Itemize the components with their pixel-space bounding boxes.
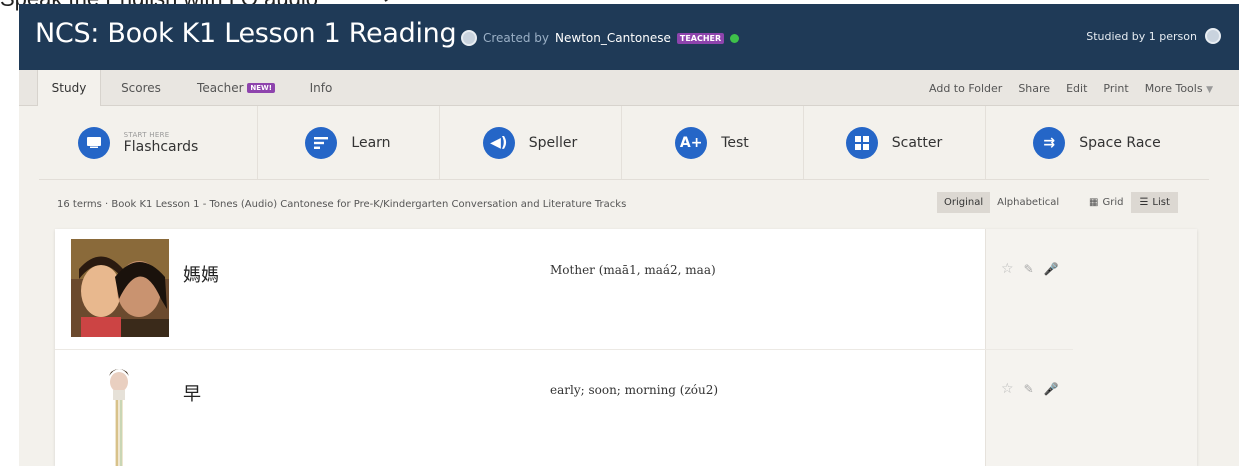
test-icon: A+	[675, 126, 708, 159]
studied-by-label[interactable]: Studied by 1 person	[1086, 30, 1197, 43]
grid-view-button[interactable]: ▦ Grid	[1081, 192, 1131, 213]
microphone-icon[interactable]: 🎤	[1044, 382, 1059, 396]
test-label: Test	[721, 134, 749, 151]
study-modes: START HERE Flashcards Learn ◀) Speller A…	[19, 106, 1239, 179]
term-row: 媽媽 Mother (maā1, maá2, maa) ☆ ✎ 🎤	[55, 229, 1197, 349]
grid-icon: ▦	[1089, 197, 1099, 208]
new-badge: NEW!	[247, 83, 275, 93]
set-nav: Study Scores Teacher NEW! Info Add to Fo…	[19, 70, 1239, 107]
chevron-down-icon: ▼	[1206, 84, 1213, 95]
sort-original-button[interactable]: Original	[937, 192, 991, 213]
mode-scatter[interactable]: Scatter	[803, 106, 985, 179]
term-actions: ☆ ✎ 🎤	[1001, 261, 1059, 277]
star-icon[interactable]: ☆	[1001, 381, 1014, 397]
flashcards-icon	[77, 126, 110, 159]
mode-speller[interactable]: ◀) Speller	[439, 106, 621, 179]
microphone-icon[interactable]: 🎤	[1044, 262, 1059, 276]
list-view-button[interactable]: ☰ List	[1131, 192, 1178, 213]
print-link[interactable]: Print	[1103, 82, 1128, 95]
share-link[interactable]: Share	[1018, 82, 1050, 95]
studied-by: Studied by 1 person	[1086, 28, 1221, 44]
creator-link[interactable]: Newton_Cantonese	[555, 31, 671, 45]
learn-label: Learn	[351, 134, 391, 151]
creator-avatar[interactable]	[461, 30, 477, 46]
sort-alphabetical-button[interactable]: Alphabetical	[990, 192, 1066, 213]
more-tools-menu[interactable]: More Tools ▼	[1145, 82, 1213, 95]
term-image[interactable]	[71, 239, 169, 337]
add-to-folder-link[interactable]: Add to Folder	[929, 82, 1002, 95]
mode-flashcards[interactable]: START HERE Flashcards	[19, 106, 257, 179]
tab-scores-label: Scores	[121, 81, 161, 95]
scatter-icon	[845, 126, 878, 159]
term-word: 早	[183, 384, 201, 405]
tab-info-label: Info	[309, 81, 333, 95]
star-icon[interactable]: ☆	[1001, 261, 1014, 277]
scatter-label: Scatter	[891, 134, 943, 151]
mode-test[interactable]: A+ Test	[621, 106, 803, 179]
section-divider	[39, 179, 1209, 180]
annotation-arrow	[384, 0, 411, 2]
tab-info[interactable]: Info	[301, 70, 341, 106]
pencil-icon[interactable]: ✎	[1024, 262, 1034, 276]
creator-info: Created by Newton_Cantonese TEACHER	[461, 30, 740, 46]
speaker-icon: ◀)	[482, 126, 515, 159]
view-toggle: ▦ Grid ☰ List	[1081, 192, 1178, 213]
pencil-icon[interactable]: ✎	[1024, 382, 1034, 396]
flashcards-label: Flashcards	[123, 138, 199, 155]
more-tools-label: More Tools	[1144, 81, 1203, 95]
tab-study-label: Study	[51, 81, 87, 95]
list-label: List	[1152, 197, 1170, 208]
space-race-label: Space Race	[1079, 134, 1161, 151]
terms-info: 16 terms · Book K1 Lesson 1 - Tones (Aud…	[57, 199, 627, 210]
term-image[interactable]	[71, 364, 169, 466]
mode-space-race[interactable]: ⇉ Space Race	[985, 106, 1209, 179]
tab-teacher[interactable]: Teacher NEW!	[191, 70, 281, 106]
terms-section: 16 terms · Book K1 Lesson 1 - Tones (Aud…	[19, 179, 1239, 466]
space-race-icon: ⇉	[1033, 126, 1066, 159]
speller-label: Speller	[528, 134, 578, 151]
term-actions: ☆ ✎ 🎤	[1001, 381, 1059, 397]
online-status-icon	[730, 33, 740, 43]
sort-toggle: Original Alphabetical	[937, 192, 1066, 213]
edit-link[interactable]: Edit	[1066, 82, 1087, 95]
tab-scores[interactable]: Scores	[111, 70, 171, 106]
teacher-badge: TEACHER	[676, 32, 725, 44]
flashcards-text: START HERE Flashcards	[124, 131, 199, 155]
list-icon: ☰	[1139, 197, 1149, 208]
created-by-label: Created by	[483, 31, 550, 45]
term-word: 媽媽	[183, 265, 219, 286]
term-definition: Mother (maā1, maá2, maa)	[550, 263, 716, 277]
nav-actions: Add to Folder Share Edit Print More Tool…	[929, 70, 1213, 106]
tab-teacher-label: Teacher	[197, 81, 244, 95]
terms-list: 媽媽 Mother (maā1, maá2, maa) ☆ ✎ 🎤 早 earl…	[55, 229, 1197, 466]
start-here-label: START HERE	[123, 130, 170, 139]
grid-label: Grid	[1102, 197, 1124, 208]
set-header: NCS: Book K1 Lesson 1 Reading Created by…	[19, 4, 1239, 70]
learn-icon	[305, 126, 338, 159]
term-row: 早 early; soon; morning (zóu2) ☆ ✎ 🎤	[55, 350, 1197, 466]
mode-learn[interactable]: Learn	[257, 106, 439, 179]
page-title: NCS: Book K1 Lesson 1 Reading	[35, 18, 457, 49]
tab-study[interactable]: Study	[37, 70, 101, 107]
studier-avatar[interactable]	[1205, 28, 1221, 44]
term-definition: early; soon; morning (zóu2)	[550, 383, 719, 397]
